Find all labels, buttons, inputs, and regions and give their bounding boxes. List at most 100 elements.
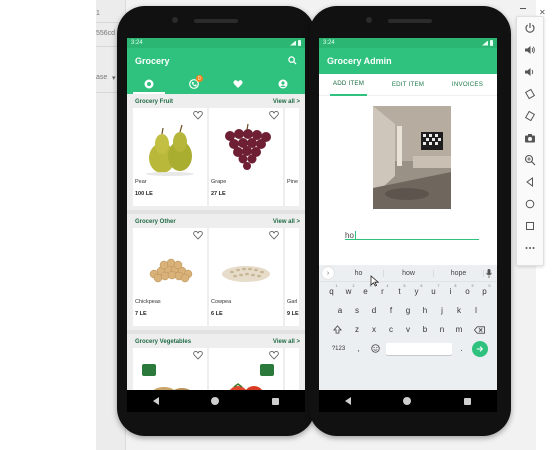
overview-button[interactable]: [517, 215, 543, 237]
key-j[interactable]: j: [435, 303, 449, 319]
more-button[interactable]: [517, 237, 543, 259]
product-card[interactable]: [209, 348, 283, 390]
tab-invoices[interactable]: INVOICES: [449, 74, 486, 96]
arrow-right-icon: [476, 345, 483, 352]
tab-home[interactable]: [139, 74, 159, 94]
key-g[interactable]: g: [401, 303, 415, 319]
key-h[interactable]: h: [418, 303, 432, 319]
home-button[interactable]: [517, 193, 543, 215]
product-card[interactable]: Cowpea 6 LE: [209, 228, 283, 326]
section-other: Grocery Other View all > Chickpeas 7 LE …: [127, 210, 305, 330]
product-card[interactable]: Pear 100 LE: [133, 108, 207, 206]
volume-down-button[interactable]: [517, 61, 543, 83]
backspace-key[interactable]: [469, 322, 489, 338]
backspace-icon: [473, 325, 485, 334]
tab-orders[interactable]: 0: [184, 74, 204, 94]
enter-key[interactable]: [471, 340, 488, 357]
more-icon: [525, 247, 535, 249]
product-name: Pine: [287, 179, 299, 185]
key-y[interactable]: y6: [410, 284, 424, 300]
zoom-icon: [524, 154, 536, 166]
back-button[interactable]: [517, 171, 543, 193]
tab-edit-item[interactable]: EDIT ITEM: [389, 74, 427, 96]
product-card[interactable]: Grape 27 LE: [209, 108, 283, 206]
key-s[interactable]: s: [350, 303, 364, 319]
key-p[interactable]: p0: [478, 284, 492, 300]
key-k[interactable]: k: [452, 303, 466, 319]
nav-recents-icon[interactable]: [271, 397, 279, 405]
key-t[interactable]: t5: [393, 284, 407, 300]
product-name: Pear: [135, 179, 147, 185]
product-card-partial[interactable]: [285, 348, 299, 390]
emoji-key[interactable]: [369, 341, 383, 357]
key-n[interactable]: n: [435, 322, 449, 338]
volume-up-icon: [525, 46, 535, 54]
nav-home-icon[interactable]: [211, 397, 220, 405]
key-w[interactable]: w2: [342, 284, 356, 300]
nav-back-icon[interactable]: [345, 397, 352, 405]
profile-icon: [278, 79, 288, 89]
zoom-button[interactable]: [517, 149, 543, 171]
battery-icon: [298, 40, 301, 46]
item-photo-picker[interactable]: [373, 106, 451, 209]
tab-add-item[interactable]: ADD ITEM: [329, 74, 368, 96]
nav-recents-icon[interactable]: [463, 397, 471, 405]
volume-down-icon: [525, 68, 534, 76]
product-card-partial[interactable]: Pine: [285, 108, 299, 206]
phone-left-screen: 3:24 Grocery 0 Grocery Fruit View all > …: [127, 38, 305, 390]
soft-keyboard: › ho how hope q1 w2 e3 r4 t5 y6 u7 i8 o …: [319, 265, 497, 390]
power-button[interactable]: [517, 17, 543, 39]
tab-favorites[interactable]: [228, 74, 248, 94]
microphone-icon[interactable]: [484, 267, 494, 279]
key-c[interactable]: c: [384, 322, 398, 338]
product-card[interactable]: Chickpeas 7 LE: [133, 228, 207, 326]
product-price: 9 LE: [287, 311, 299, 317]
key-f[interactable]: f: [384, 303, 398, 319]
tab-profile[interactable]: [273, 74, 293, 94]
section-header: Grocery Fruit View all >: [127, 96, 305, 108]
chevron-right-icon[interactable]: ›: [322, 267, 334, 279]
volume-up-button[interactable]: [517, 39, 543, 61]
period-key[interactable]: .: [455, 341, 469, 357]
comma-key[interactable]: ,: [352, 341, 366, 357]
product-card[interactable]: [133, 348, 207, 390]
suggestion-2[interactable]: how: [384, 269, 434, 277]
view-all-link[interactable]: View all >: [273, 219, 300, 225]
active-tab-indicator: [133, 92, 165, 94]
search-icon[interactable]: [288, 52, 297, 70]
symbols-key[interactable]: ?123: [329, 341, 349, 357]
key-x[interactable]: x: [367, 322, 381, 338]
view-all-link[interactable]: View all >: [273, 339, 300, 345]
view-all-link[interactable]: View all >: [273, 99, 300, 105]
nav-back-icon[interactable]: [153, 397, 160, 405]
earpiece-speaker: [194, 19, 238, 23]
home-icon: [525, 199, 535, 209]
minimize-icon[interactable]: [520, 8, 526, 9]
rotate-left-button[interactable]: [517, 83, 543, 105]
front-camera: [172, 17, 178, 23]
key-q[interactable]: q1: [325, 284, 339, 300]
key-z[interactable]: z: [350, 322, 364, 338]
shift-key[interactable]: [327, 322, 347, 338]
key-o[interactable]: o9: [461, 284, 475, 300]
overview-icon: [526, 222, 534, 230]
key-i[interactable]: i8: [444, 284, 458, 300]
key-v[interactable]: v: [401, 322, 415, 338]
nav-home-icon[interactable]: [403, 397, 412, 405]
dropdown-arrow-icon[interactable]: ▾: [112, 74, 116, 82]
suggestion-3[interactable]: hope: [434, 269, 484, 277]
signal-icon: [290, 40, 296, 46]
key-m[interactable]: m: [452, 322, 466, 338]
section-vegetables: Grocery Vegetables View all >: [127, 330, 305, 390]
product-card-partial[interactable]: Garl 9 LE: [285, 228, 299, 326]
key-d[interactable]: d: [367, 303, 381, 319]
key-b[interactable]: b: [418, 322, 432, 338]
key-l[interactable]: l: [469, 303, 483, 319]
screenshot-button[interactable]: [517, 127, 543, 149]
rotate-right-button[interactable]: [517, 105, 543, 127]
key-u[interactable]: u7: [427, 284, 441, 300]
status-icons: [482, 40, 493, 46]
key-a[interactable]: a: [333, 303, 347, 319]
space-bar[interactable]: [385, 342, 452, 355]
admin-tabs: ADD ITEM EDIT ITEM INVOICES: [319, 74, 497, 96]
